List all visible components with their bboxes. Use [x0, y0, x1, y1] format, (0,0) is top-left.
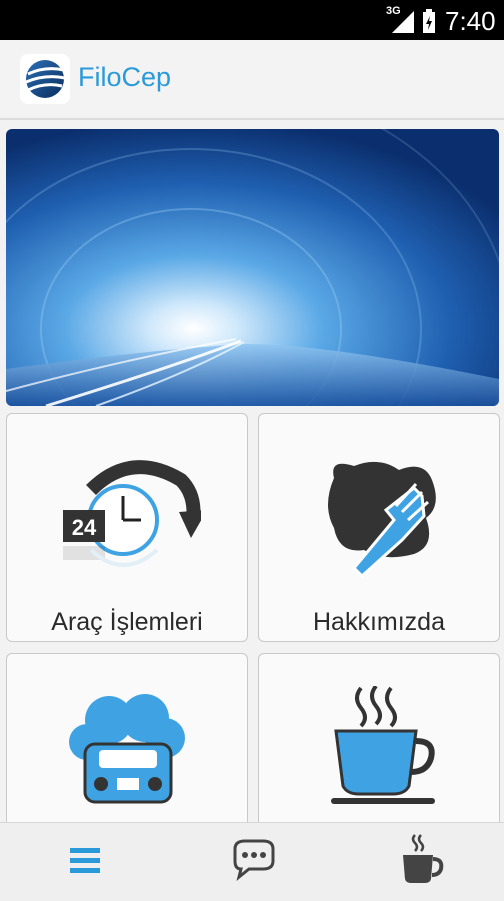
tile-label: Hakkımızda [313, 608, 445, 636]
clock-24-arrow-icon: 24 [63, 460, 201, 567]
app-title: FiloCep [78, 62, 172, 92]
coffee-cup-icon [331, 686, 435, 804]
tile-hakkimizda[interactable]: Hakkımızda [258, 413, 500, 642]
tile-label: Araç İşlemleri [51, 608, 203, 636]
coffee-icon[interactable] [391, 831, 451, 891]
signal-icon [392, 11, 414, 33]
menu-icon[interactable] [56, 831, 116, 891]
clock-badge-number: 24 [72, 515, 97, 540]
tile-car-balloons[interactable] [6, 653, 248, 830]
hero-banner-image [6, 129, 499, 406]
action-bar: FiloCep [0, 40, 504, 120]
battery-icon [423, 9, 435, 33]
hand-cleaning-icon [328, 461, 436, 579]
status-bar: 3G 7:40 [0, 0, 504, 40]
tile-coffee[interactable] [258, 653, 500, 830]
car-balloons-icon [69, 694, 185, 804]
app-logo-icon[interactable] [20, 54, 70, 104]
bottom-navigation [0, 822, 504, 901]
chat-icon[interactable] [223, 831, 283, 891]
clock-time: 7:40 [445, 6, 496, 36]
tile-arac-islemleri[interactable]: 24 Araç İşlemleri [6, 413, 248, 642]
